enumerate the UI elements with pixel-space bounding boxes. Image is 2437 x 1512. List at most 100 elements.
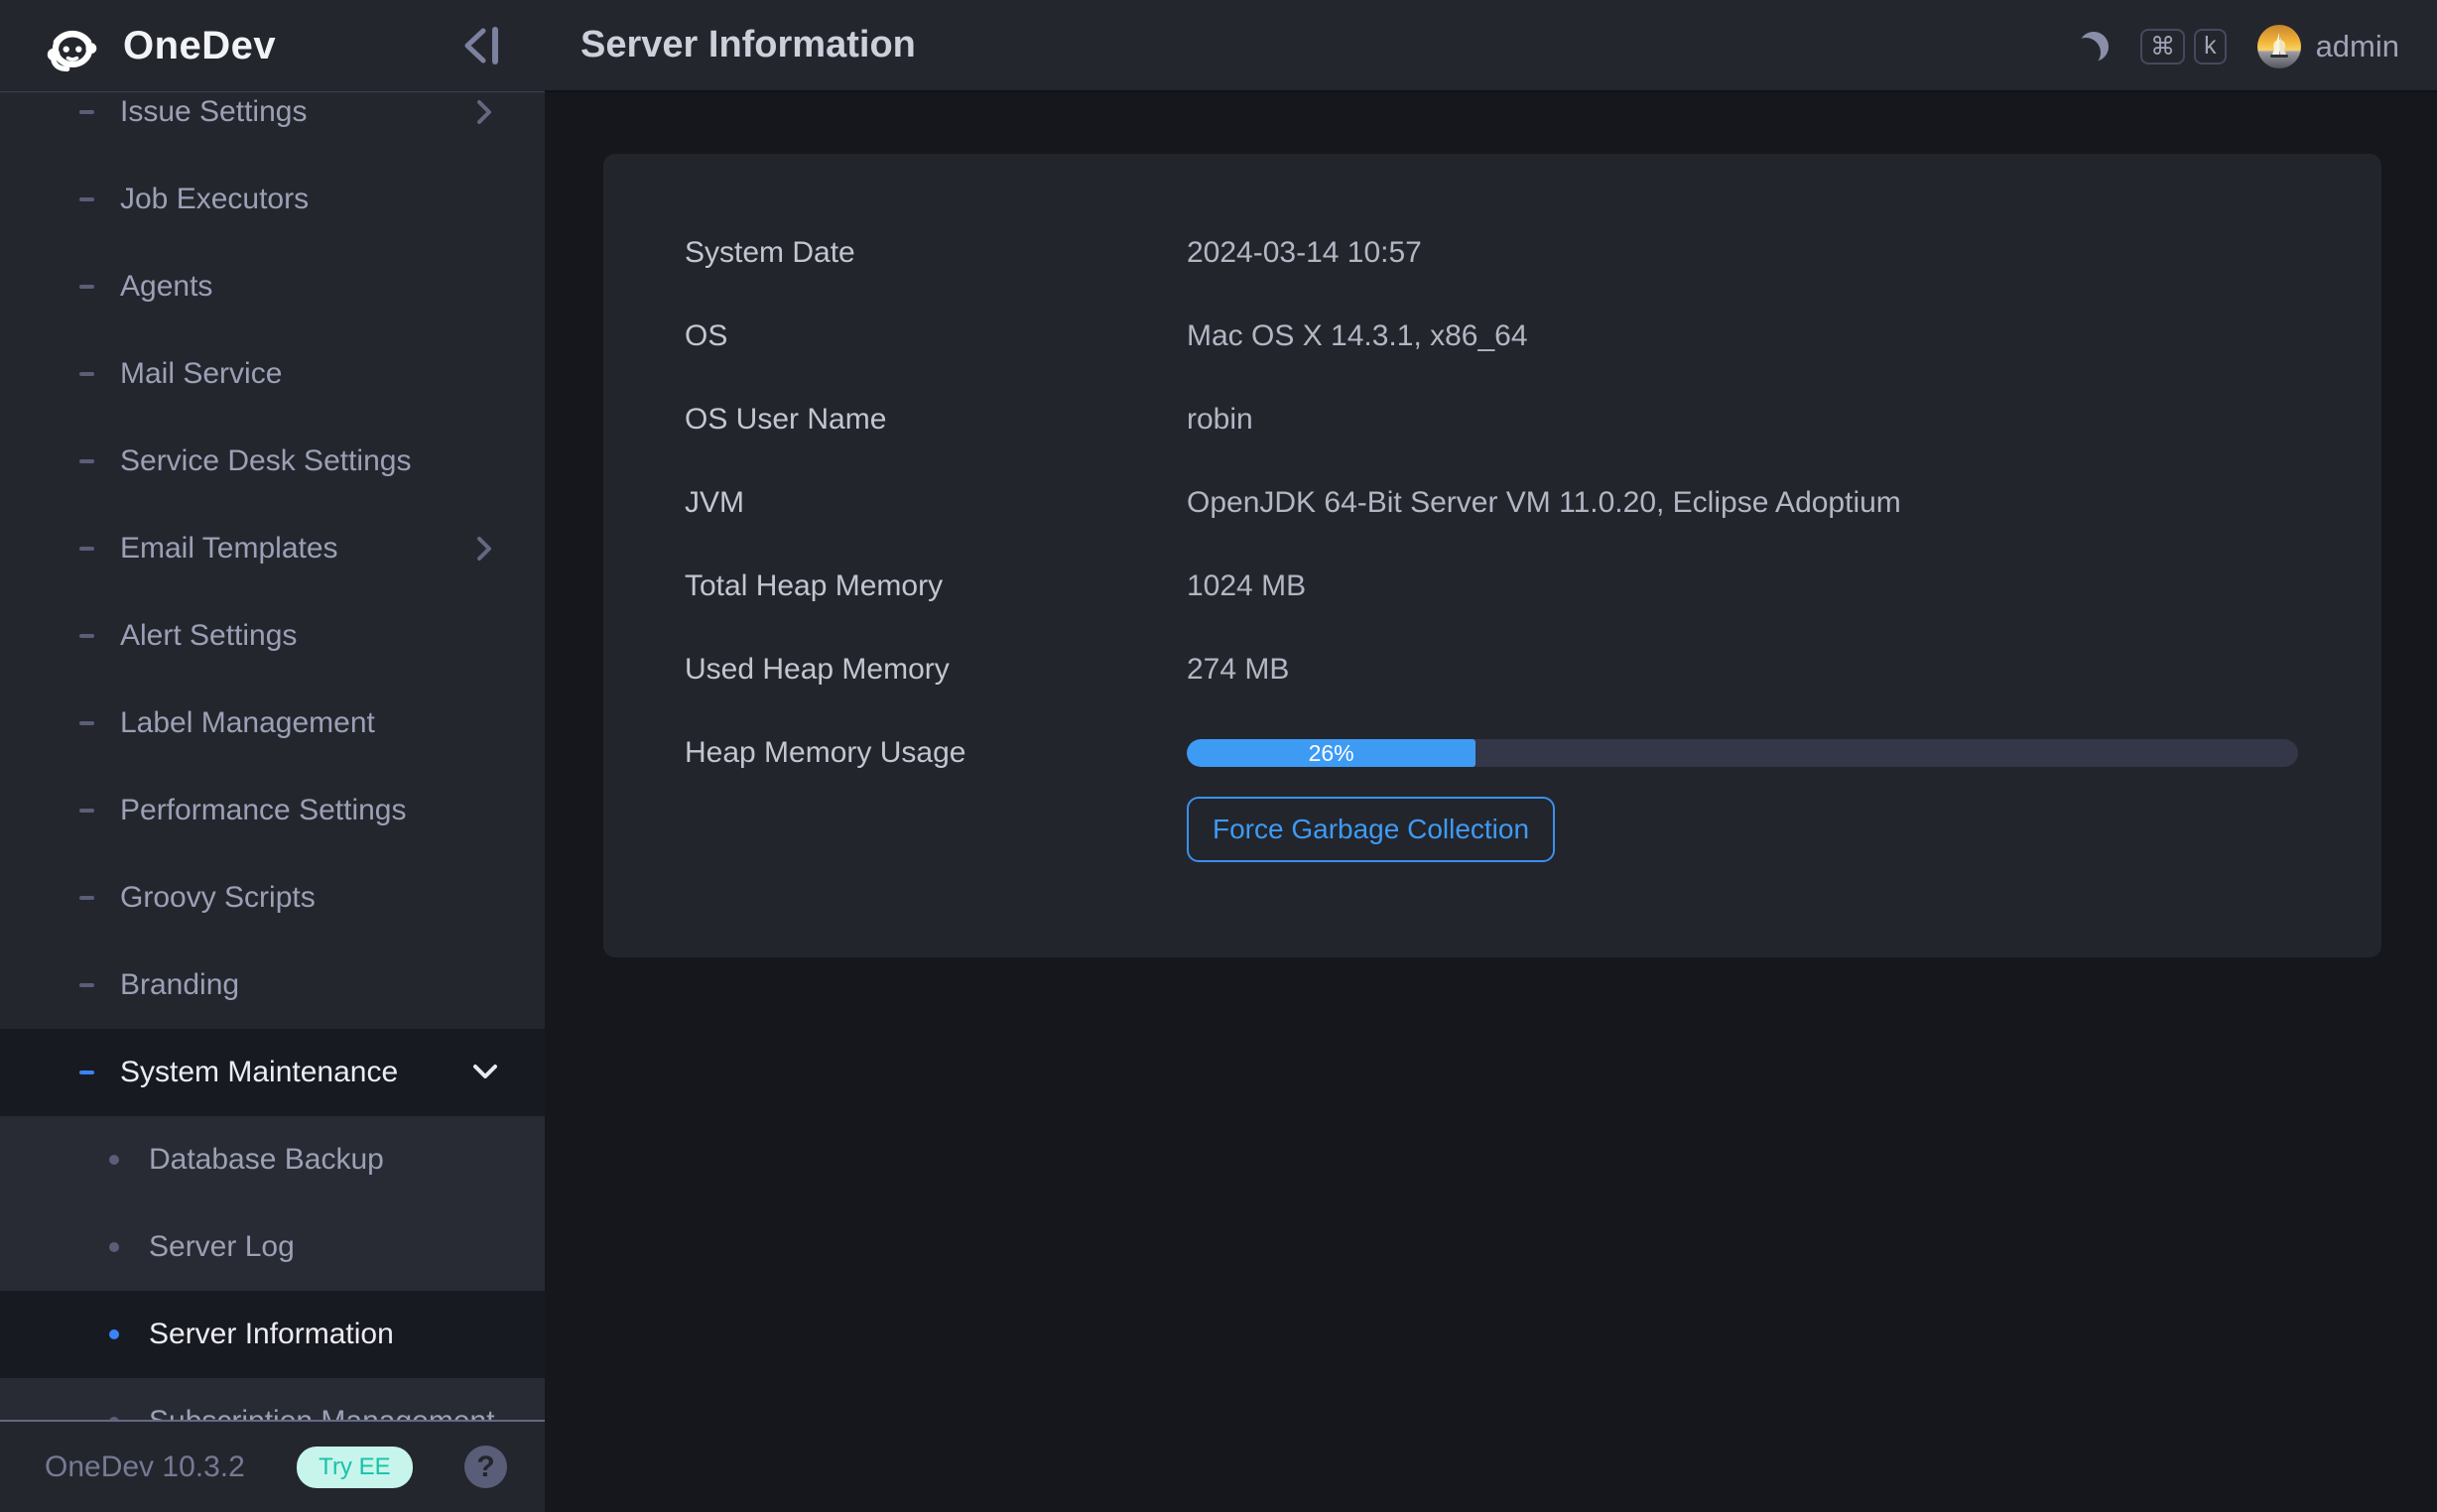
info-row-os-user-name: OS User Namerobin [685, 378, 2298, 461]
sidebar-item-issue-settings[interactable]: Issue Settings [0, 92, 545, 156]
heap-usage-row: Heap Memory Usage 26% [685, 711, 2298, 795]
sidebar-item-label: Subscription Management [149, 1405, 495, 1420]
row-value: OpenJDK 64-Bit Server VM 11.0.20, Eclips… [1187, 486, 2298, 520]
sidebar-item-label: Alert Settings [120, 619, 297, 653]
sidebar-item-label: Groovy Scripts [120, 881, 316, 915]
row-value: 1024 MB [1187, 569, 2298, 603]
row-label: Heap Memory Usage [685, 736, 1187, 770]
sidebar-item-groovy-scripts[interactable]: Groovy Scripts [0, 854, 545, 942]
row-label: OS User Name [685, 403, 1187, 437]
dash-bullet-icon [79, 1071, 94, 1074]
sidebar-item-label: Performance Settings [120, 794, 406, 827]
sidebar-item-database-backup[interactable]: Database Backup [0, 1116, 545, 1203]
collapse-sidebar-icon [461, 23, 505, 68]
chevron-right-icon [471, 535, 499, 563]
brand-title: OneDev [123, 24, 276, 68]
dash-bullet-icon [79, 285, 94, 289]
top-bar-actions: ⌘ k [2079, 0, 2399, 92]
dash-bullet-icon [79, 372, 94, 376]
server-info-card: System Date2024-03-14 10:57OSMac OS X 14… [603, 154, 2381, 957]
info-row-total-heap-memory: Total Heap Memory1024 MB [685, 545, 2298, 628]
sidebar-item-email-templates[interactable]: Email Templates [0, 505, 545, 592]
help-button[interactable]: ? [464, 1446, 507, 1488]
dash-bullet-icon [79, 547, 94, 551]
row-value: 274 MB [1187, 653, 2298, 687]
sidebar-item-label: Agents [120, 270, 212, 304]
gc-button-row: Force Garbage Collection [685, 797, 2298, 862]
sidebar-item-label: Job Executors [120, 183, 309, 216]
sidebar-item-alert-settings[interactable]: Alert Settings [0, 592, 545, 680]
force-garbage-collection-button[interactable]: Force Garbage Collection [1187, 797, 1555, 862]
sidebar-item-agents[interactable]: Agents [0, 243, 545, 330]
sidebar-item-label: Branding [120, 968, 239, 1002]
dash-bullet-icon [79, 459, 94, 463]
sidebar-item-label: Label Management [120, 706, 375, 740]
heap-usage-percent: 26% [1187, 739, 1475, 767]
sidebar-item-mail-service[interactable]: Mail Service [0, 330, 545, 418]
sidebar: OneDev Issue Settings Job Executors Agents… [0, 0, 545, 1512]
user-menu[interactable]: admin [2257, 25, 2399, 68]
heap-usage-progress-bar: 26% [1187, 739, 2298, 767]
sidebar-header: OneDev [0, 0, 545, 92]
try-ee-badge[interactable]: Try EE [297, 1447, 412, 1488]
sidebar-nav: Issue Settings Job Executors Agents Mail Se… [0, 92, 545, 1420]
row-label: JVM [685, 486, 1187, 520]
dash-bullet-icon [79, 721, 94, 725]
sidebar-item-job-executors[interactable]: Job Executors [0, 156, 545, 243]
theme-toggle-button[interactable] [2079, 32, 2109, 62]
row-label: OS [685, 319, 1187, 353]
sidebar-item-server-information[interactable]: Server Information [0, 1291, 545, 1378]
sidebar-item-performance-settings[interactable]: Performance Settings [0, 767, 545, 854]
sidebar-item-label: Email Templates [120, 532, 338, 566]
dash-bullet-icon [79, 809, 94, 813]
dash-bullet-icon [79, 110, 94, 114]
sidebar-item-label: Mail Service [120, 357, 282, 391]
sidebar-item-system-maintenance[interactable]: System Maintenance [0, 1029, 545, 1116]
onedev-app: OneDev Issue Settings Job Executors Agents… [0, 0, 2437, 1512]
dot-bullet-icon [109, 1242, 119, 1252]
row-value: robin [1187, 403, 2298, 437]
sidebar-item-label: Server Information [149, 1318, 394, 1351]
info-row-used-heap-memory: Used Heap Memory274 MB [685, 628, 2298, 711]
dot-bullet-icon [109, 1155, 119, 1165]
info-row-system-date: System Date2024-03-14 10:57 [685, 211, 2298, 295]
top-bar: Server Information ⌘ k [545, 0, 2437, 92]
username: admin [2316, 29, 2399, 64]
sidebar-item-label: Issue Settings [120, 95, 307, 129]
sidebar-item-label: Service Desk Settings [120, 444, 411, 478]
chevron-down-icon [471, 1059, 499, 1086]
dash-bullet-icon [79, 983, 94, 987]
moon-icon [2079, 32, 2109, 62]
row-value: 2024-03-14 10:57 [1187, 236, 2298, 270]
question-mark-icon: ? [476, 1450, 494, 1484]
cmd-keycap[interactable]: ⌘ [2140, 29, 2185, 64]
main-content: System Date2024-03-14 10:57OSMac OS X 14… [545, 92, 2437, 1512]
row-label: Used Heap Memory [685, 653, 1187, 687]
sidebar-item-server-log[interactable]: Server Log [0, 1203, 545, 1291]
info-row-jvm: JVMOpenJDK 64-Bit Server VM 11.0.20, Ecl… [685, 461, 2298, 545]
sidebar-item-subscription-management[interactable]: Subscription Management [0, 1378, 545, 1420]
row-label: Total Heap Memory [685, 569, 1187, 603]
sidebar-footer: OneDev 10.3.2 Try EE ? [0, 1420, 545, 1512]
onedev-logo-icon[interactable] [44, 19, 101, 72]
dash-bullet-icon [79, 896, 94, 900]
chevron-right-icon [471, 98, 499, 126]
avatar [2257, 25, 2301, 68]
sidebar-item-service-desk-settings[interactable]: Service Desk Settings [0, 418, 545, 505]
row-value: Mac OS X 14.3.1, x86_64 [1187, 319, 2298, 353]
info-row-os: OSMac OS X 14.3.1, x86_64 [685, 295, 2298, 378]
dash-bullet-icon [79, 197, 94, 201]
sidebar-item-branding[interactable]: Branding [0, 942, 545, 1029]
collapse-sidebar-button[interactable] [461, 23, 505, 68]
sidebar-item-label: Database Backup [149, 1143, 384, 1177]
dash-bullet-icon [79, 634, 94, 638]
sidebar-item-label: System Maintenance [120, 1056, 398, 1089]
app-version: OneDev 10.3.2 [45, 1450, 245, 1484]
sidebar-item-label: Server Log [149, 1230, 295, 1264]
page-title: Server Information [580, 24, 916, 66]
dot-bullet-icon [109, 1329, 119, 1339]
sidebar-item-label-management[interactable]: Label Management [0, 680, 545, 767]
row-label: System Date [685, 236, 1187, 270]
heap-usage-progress-fill: 26% [1187, 739, 1475, 767]
k-keycap[interactable]: k [2194, 29, 2227, 64]
